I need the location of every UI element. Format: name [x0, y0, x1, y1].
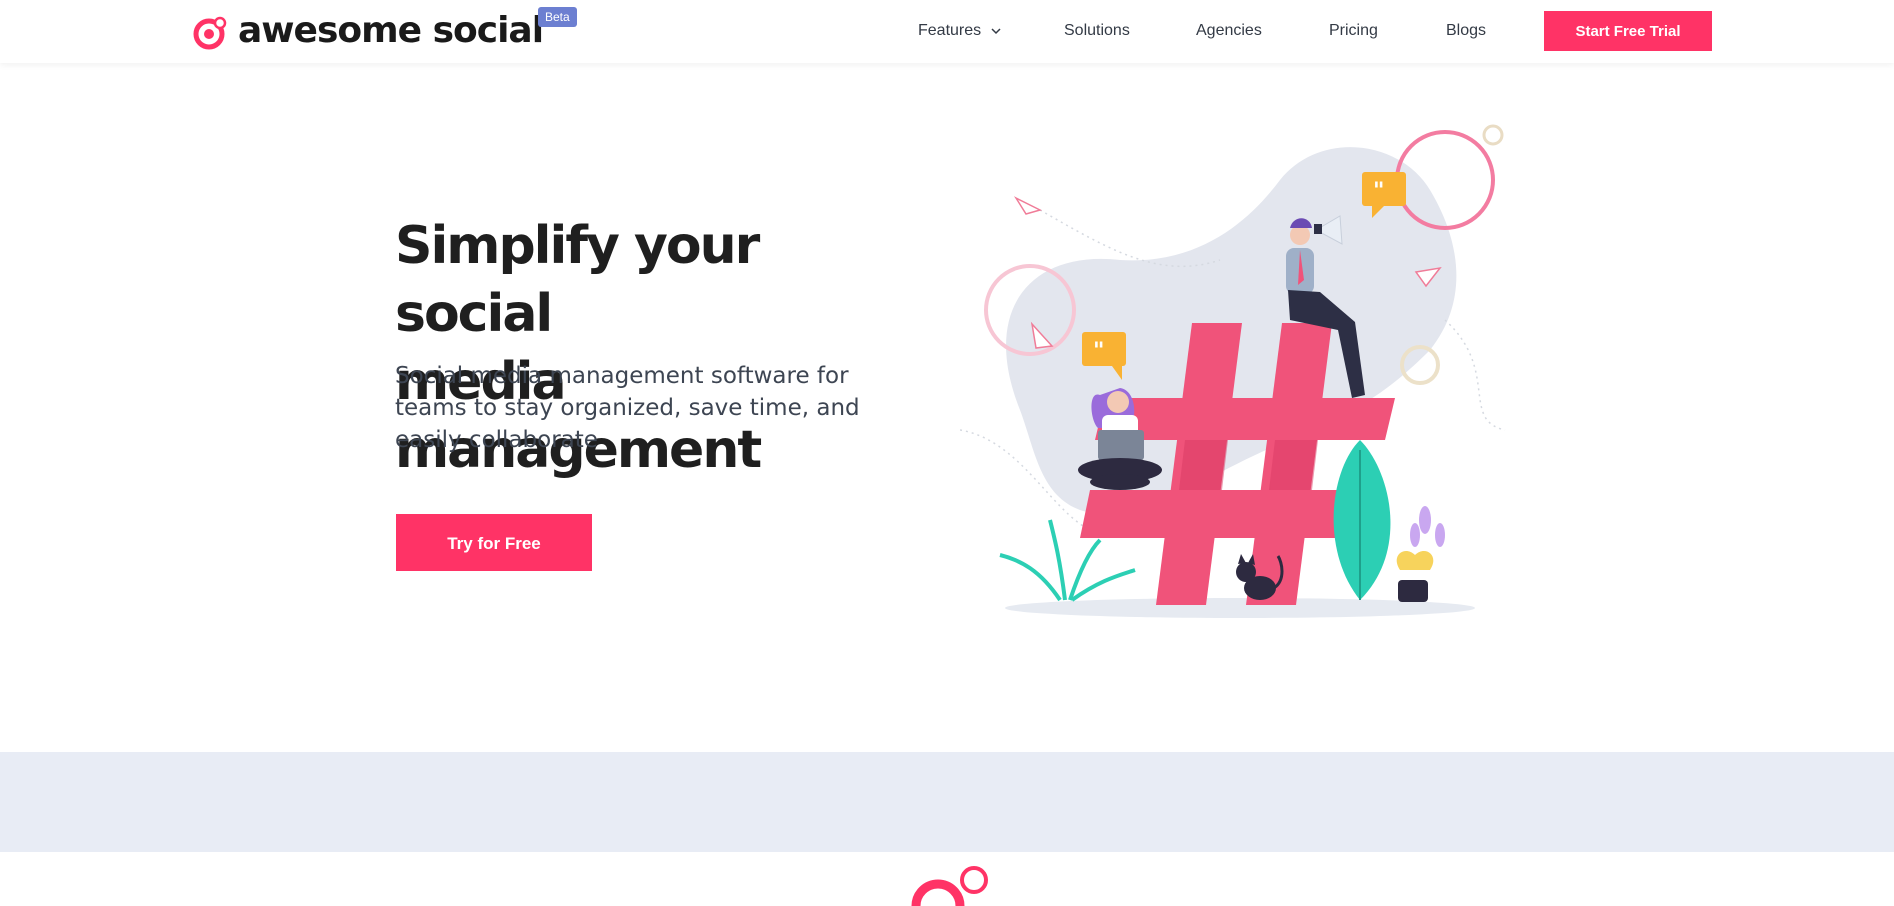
nav-blogs[interactable]: Blogs: [1446, 20, 1486, 42]
nav-solutions[interactable]: Solutions: [1064, 20, 1130, 42]
nav-pricing[interactable]: Pricing: [1329, 20, 1378, 42]
beta-badge: Beta: [538, 7, 577, 27]
hashtag-illustration: " ": [960, 124, 1506, 618]
nav-agencies[interactable]: Agencies: [1196, 20, 1262, 42]
nav-features[interactable]: Features: [918, 20, 1002, 42]
hero-subtitle: Social media management software for tea…: [395, 363, 860, 453]
awesome-social-logo-icon: [911, 866, 988, 906]
features-band: [0, 752, 1894, 852]
nav-features-label: Features: [918, 22, 982, 39]
awesome-social-logo-icon: [193, 16, 227, 50]
hero-title-line-1: Simplify your social: [395, 216, 760, 344]
svg-text:": ": [1093, 339, 1104, 364]
site-header: awesome social Beta Features Solutions A…: [0, 0, 1894, 63]
brand-name: awesome social: [238, 10, 544, 51]
chevron-down-icon: [991, 28, 1001, 34]
try-for-free-button[interactable]: Try for Free: [396, 514, 592, 571]
start-free-trial-button[interactable]: Start Free Trial: [1544, 11, 1712, 51]
svg-text:": ": [1373, 179, 1384, 204]
